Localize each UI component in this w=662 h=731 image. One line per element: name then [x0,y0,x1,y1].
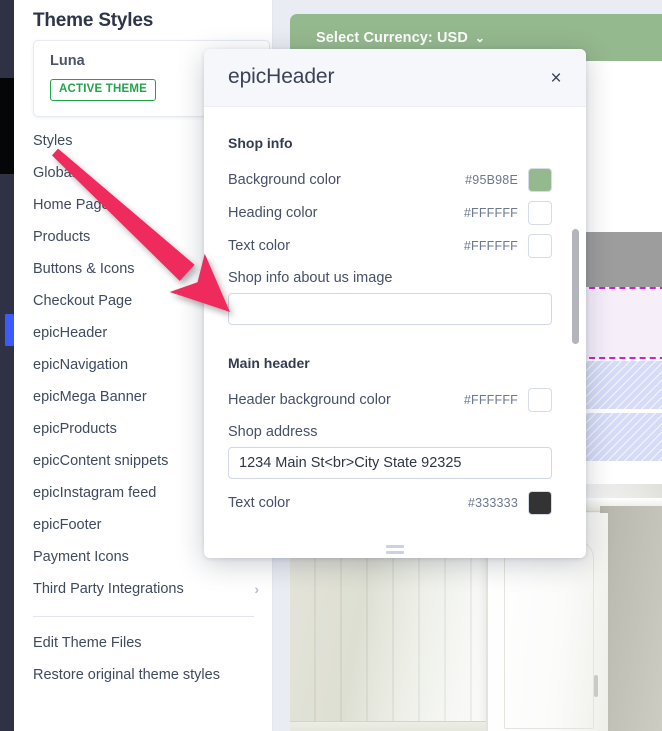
color-swatch[interactable] [528,201,552,225]
theme-name: Luna [50,53,85,69]
setting-label: Heading color [228,205,318,221]
color-swatch[interactable] [528,491,552,515]
setting-row-background-color[interactable]: Background color #95B98E [228,164,552,196]
chevron-right-icon: › [254,581,259,597]
modal-header: epicHeader × [204,49,586,107]
section-title-shop-info: Shop info [228,135,293,151]
setting-label: Header background color [228,392,391,408]
sidebar-item-label: Buttons & Icons [33,261,135,277]
sidebar-item-label: Restore original theme styles [33,667,220,683]
color-swatch[interactable] [528,388,552,412]
shop-address-input[interactable] [228,447,552,479]
field-label-shop-info-about-us-image: Shop info about us image [228,270,393,286]
modal-title: epicHeader [228,65,335,88]
epicheader-settings-modal: epicHeader × Shop info Background color … [204,49,586,558]
close-icon[interactable]: × [544,66,568,90]
setting-hex-value: #FFFFFF [463,393,518,407]
photo-door-handle [594,675,598,697]
modal-scrollbar-thumb[interactable] [572,229,579,344]
sidebar-item-label: epicFooter [33,517,102,533]
setting-label: Text color [228,495,291,511]
app-left-rail [0,0,14,731]
sidebar-item-label: Global [33,165,75,181]
setting-row-main-header-text-color[interactable]: Text color #333333 [228,487,552,519]
active-section-indicator [5,314,14,346]
setting-hex-value: #333333 [467,496,518,510]
resize-grip-line [386,551,404,554]
section-title-main-header: Main header [228,355,310,371]
setting-hex-value: #FFFFFF [463,239,518,253]
sidebar-divider [33,616,254,617]
sidebar-item-label: Checkout Page [33,293,133,309]
setting-row-header-background-color[interactable]: Header background color #FFFFFF [228,384,552,416]
sidebar-item-restore-original-theme-styles[interactable]: Restore original theme styles [14,659,273,691]
currency-selector-label: Select Currency: USD [316,29,468,46]
sidebar-item-label: Third Party Integrations [33,581,184,597]
setting-hex-value: #FFFFFF [463,206,518,220]
sidebar-item-third-party-integrations[interactable]: Third Party Integrations › [14,573,273,605]
setting-row-heading-color[interactable]: Heading color #FFFFFF [228,197,552,229]
modal-resize-handle[interactable] [204,545,586,554]
page-title: Theme Styles [33,10,154,31]
color-swatch[interactable] [528,234,552,258]
photo-doorway-shadow [600,506,662,731]
field-label-shop-address: Shop address [228,424,318,440]
sidebar-item-label: epicInstagram feed [33,485,157,501]
setting-label: Text color [228,238,291,254]
app-root: Select Currency: USD ⌄ nom [0,0,662,731]
sidebar-item-label: epicHeader [33,325,108,341]
modal-body: Shop info Background color #95B98E Headi… [204,107,586,558]
status-badge: ACTIVE THEME [50,79,157,101]
sidebar-item-label: epicNavigation [33,357,129,373]
sidebar-item-label: Edit Theme Files [33,635,142,651]
sidebar-item-label: Payment Icons [33,549,129,565]
sidebar-item-label: Styles [33,133,73,149]
sidebar-item-label: Products [33,229,91,245]
photo-door-panel [504,539,594,729]
setting-row-text-color[interactable]: Text color #FFFFFF [228,230,552,262]
sidebar-item-edit-theme-files[interactable]: Edit Theme Files [14,627,273,659]
photo-baseboard [290,721,486,731]
app-left-rail-dark-segment [0,78,14,174]
setting-hex-value: #95B98E [465,173,518,187]
chevron-down-icon: ⌄ [474,30,486,45]
setting-label: Background color [228,172,341,188]
modal-scrollbar[interactable] [572,117,579,542]
sidebar-item-label: epicMega Banner [33,389,147,405]
color-swatch[interactable] [528,168,552,192]
sidebar-item-label: Home Page [33,197,110,213]
sidebar-item-label: epicProducts [33,421,117,437]
sidebar-item-label: epicContent snippets [33,453,169,469]
shop-info-about-us-image-input[interactable] [228,293,552,325]
resize-grip-line [386,545,404,548]
